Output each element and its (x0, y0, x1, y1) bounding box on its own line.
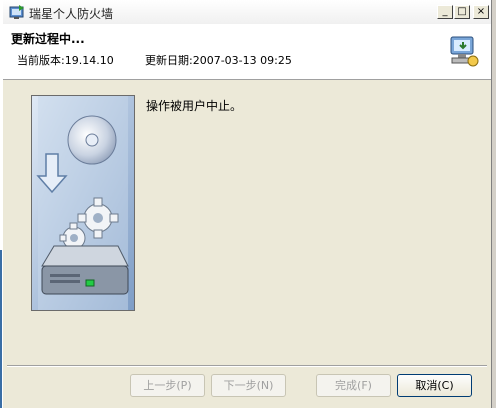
close-button[interactable]: × (473, 5, 489, 19)
next-step-button[interactable]: 下一步(N) (211, 374, 286, 397)
firewall-app-icon (9, 4, 25, 20)
title-bar[interactable]: 瑞星个人防火墙 _ □ × (3, 0, 491, 25)
header-panel: 更新过程中... 当前版本:19.14.10 更新日期:2007-03-13 0… (3, 24, 491, 80)
cancel-button[interactable]: 取消(C) (397, 374, 472, 397)
update-dialog: 瑞星个人防火墙 _ □ × 更新过程中... 当前版本:19.14.10 更新日… (2, 0, 492, 408)
computer-update-icon (447, 34, 479, 68)
current-version-text: 当前版本:19.14.10 (17, 54, 114, 67)
window-title: 瑞星个人防火墙 (29, 7, 114, 21)
prev-step-button[interactable]: 上一步(P) (130, 374, 205, 397)
status-message: 操作被用户中止。 (146, 99, 243, 113)
footer-divider (7, 365, 487, 367)
desktop-edge-right (492, 0, 496, 408)
update-date-text: 更新日期:2007-03-13 09:25 (145, 54, 292, 67)
minimize-button[interactable]: _ (437, 5, 453, 19)
page-title: 更新过程中... (11, 32, 85, 46)
wizard-illustration (31, 95, 135, 311)
maximize-button[interactable]: □ (454, 5, 470, 19)
finish-button[interactable]: 完成(F) (316, 374, 391, 397)
